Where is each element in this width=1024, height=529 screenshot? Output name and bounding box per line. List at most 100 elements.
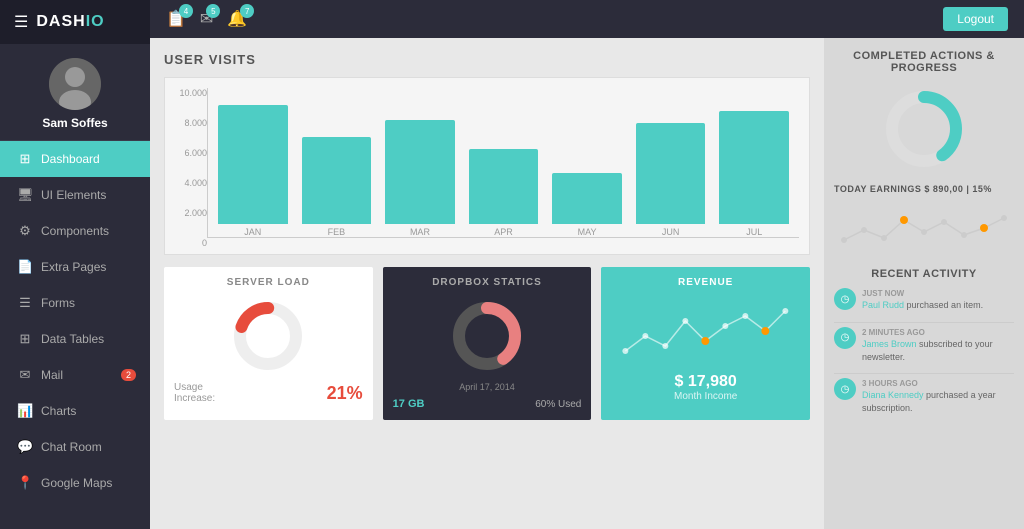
- server-load-footer-text: UsageIncrease:: [174, 382, 215, 404]
- activity-divider-1: [834, 373, 1014, 374]
- brand-logo: DASHIO: [36, 13, 104, 31]
- revenue-amount: $ 17,980: [611, 373, 800, 391]
- bar-jul: [719, 111, 789, 224]
- right-donut-wrap: [834, 84, 1014, 174]
- mail-badge: 2: [121, 369, 136, 381]
- components-label: Components: [41, 224, 109, 238]
- file-icon[interactable]: 📋 4: [166, 9, 186, 29]
- y-axis-label: 8.000: [175, 118, 207, 128]
- revenue-card: REVENUE $ 17,980 Month Incom: [601, 267, 810, 420]
- logout-button[interactable]: Logout: [943, 7, 1008, 31]
- bar-col-may: MAY: [552, 173, 622, 237]
- activity-item-2: ◷ 3 HOURS AGO Diana Kennedy purchased a …: [834, 378, 1014, 414]
- sidebar-header: ☰ DASHIO: [0, 0, 150, 44]
- mail-label: Mail: [41, 368, 63, 382]
- bar-col-jan: JAN: [218, 105, 288, 237]
- avatar: [49, 58, 101, 110]
- dropbox-donut: [447, 296, 527, 376]
- activity-divider-0: [834, 322, 1014, 323]
- dropbox-storage: 17 GB: [393, 398, 425, 410]
- data-tables-icon: ⊞: [17, 331, 33, 347]
- recent-activity-title: RECENT ACTIVITY: [834, 268, 1014, 280]
- chart-title: USER VISITS: [164, 52, 810, 67]
- content: USER VISITS 10.0008.0006.0004.0002.0000 …: [150, 38, 1024, 529]
- earnings-chart: [834, 200, 1014, 255]
- components-icon: ⚙: [17, 223, 33, 239]
- bar-mar: [385, 120, 455, 224]
- sidebar: ☰ DASHIO Sam Soffes ⊞ Dashboard 🖥 UI Ele…: [0, 0, 150, 529]
- bar-jun: [636, 123, 706, 225]
- sidebar-item-chat-room[interactable]: 💬 Chat Room: [0, 429, 150, 465]
- sidebar-item-charts[interactable]: 📊 Charts: [0, 393, 150, 429]
- extra-pages-icon: 📄: [17, 259, 33, 275]
- earnings-title: TODAY EARNINGS $ 890,00 | 15%: [834, 184, 1014, 194]
- chat-room-label: Chat Room: [41, 440, 102, 454]
- server-load-card: SERVER LOAD UsageIncrease: 21%: [164, 267, 373, 420]
- completed-donut: [879, 84, 969, 174]
- bar-may: [552, 173, 622, 224]
- charts-label: Charts: [41, 404, 76, 418]
- charts-icon: 📊: [17, 403, 33, 419]
- completed-title: COMPLETED ACTIONS &PROGRESS: [834, 50, 1014, 74]
- bar-label-jul: JUL: [746, 227, 762, 237]
- bell-icon-badge: 7: [240, 4, 254, 18]
- y-axis-label: 10.000: [175, 88, 207, 98]
- forms-icon: ☰: [17, 295, 33, 311]
- mail-icon[interactable]: ✉ 5: [200, 9, 213, 29]
- mail-icon-badge: 5: [206, 4, 220, 18]
- sidebar-item-data-tables[interactable]: ⊞ Data Tables: [0, 321, 150, 357]
- google-maps-icon: 📍: [17, 475, 33, 491]
- bar-col-apr: APR: [469, 149, 539, 237]
- sidebar-item-mail[interactable]: ✉ Mail 2: [0, 357, 150, 393]
- dropbox-card: DROPBOX STATICS April 17, 2014 17 GB 60%…: [383, 267, 592, 420]
- google-maps-label: Google Maps: [41, 476, 112, 490]
- nav-items: ⊞ Dashboard 🖥 UI Elements ⚙ Components 📄…: [0, 141, 150, 529]
- dropbox-footer: 17 GB 60% Used: [393, 398, 582, 410]
- ui-elements-icon: 🖥: [17, 187, 33, 203]
- cards-row: SERVER LOAD UsageIncrease: 21% DROPBOX: [164, 267, 810, 420]
- y-axis-label: 4.000: [175, 178, 207, 188]
- extra-pages-label: Extra Pages: [41, 260, 106, 274]
- activity-text-0: JUST NOW Paul Rudd purchased an item.: [862, 288, 983, 312]
- sidebar-item-forms[interactable]: ☰ Forms: [0, 285, 150, 321]
- bar-col-feb: FEB: [302, 137, 372, 237]
- server-load-title: SERVER LOAD: [174, 277, 363, 288]
- sidebar-item-google-maps[interactable]: 📍 Google Maps: [0, 465, 150, 501]
- bar-label-feb: FEB: [328, 227, 346, 237]
- dashboard-label: Dashboard: [41, 152, 100, 166]
- server-load-donut: [228, 296, 308, 376]
- sidebar-item-extra-pages[interactable]: 📄 Extra Pages: [0, 249, 150, 285]
- sidebar-item-ui-elements[interactable]: 🖥 UI Elements: [0, 177, 150, 213]
- user-name: Sam Soffes: [42, 116, 107, 130]
- forms-label: Forms: [41, 296, 75, 310]
- server-load-value: 21%: [327, 383, 363, 404]
- topbar: 📋 4 ✉ 5 🔔 7 Logout: [150, 0, 1024, 38]
- mail-icon: ✉: [17, 367, 33, 383]
- sidebar-item-dashboard[interactable]: ⊞ Dashboard: [0, 141, 150, 177]
- activity-icon-1: ◷: [834, 327, 856, 349]
- data-tables-label: Data Tables: [41, 332, 104, 346]
- brand-prefix: DASH: [36, 13, 85, 30]
- chat-room-icon: 💬: [17, 439, 33, 455]
- activity-icon-0: ◷: [834, 288, 856, 310]
- sidebar-item-components[interactable]: ⚙ Components: [0, 213, 150, 249]
- dropbox-date: April 17, 2014: [393, 382, 582, 392]
- y-axis-label: 0: [175, 238, 207, 248]
- y-axis-label: 2.000: [175, 208, 207, 218]
- revenue-chart: [611, 296, 800, 366]
- server-load-donut-wrap: [174, 296, 363, 376]
- main: 📋 4 ✉ 5 🔔 7 Logout USER VISITS 10.000 8.0…: [150, 0, 1024, 529]
- dropbox-donut-wrap: [393, 296, 582, 376]
- right-panel: COMPLETED ACTIONS &PROGRESS TODAY EARNIN…: [824, 38, 1024, 529]
- hamburger-icon[interactable]: ☰: [14, 12, 28, 32]
- bar-label-jun: JUN: [662, 227, 680, 237]
- activity-list: ◷ JUST NOW Paul Rudd purchased an item. …: [834, 288, 1014, 415]
- revenue-title: REVENUE: [611, 277, 800, 288]
- bar-label-apr: APR: [494, 227, 513, 237]
- bar-col-jun: JUN: [636, 123, 706, 238]
- activity-icon-2: ◷: [834, 378, 856, 400]
- user-section: Sam Soffes: [0, 44, 150, 141]
- ui-elements-label: UI Elements: [41, 188, 106, 202]
- bell-icon[interactable]: 🔔 7: [227, 9, 247, 29]
- dashboard-icon: ⊞: [17, 151, 33, 167]
